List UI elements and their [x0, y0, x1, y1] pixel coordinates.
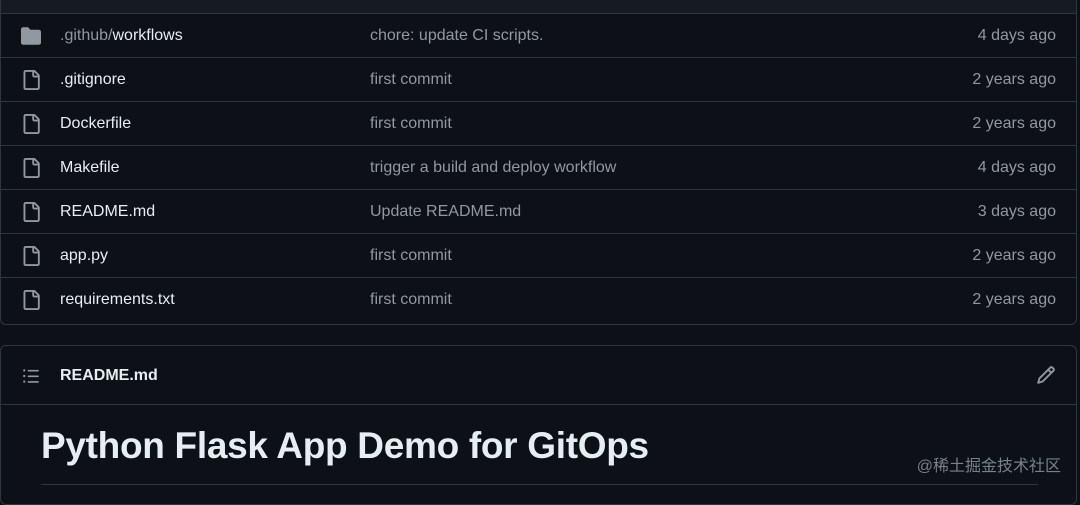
readme-header: README.md	[1, 346, 1076, 405]
table-row[interactable]: Makefile trigger a build and deploy work…	[1, 146, 1076, 190]
table-row[interactable]: Dockerfile first commit 2 years ago	[1, 102, 1076, 146]
file-path-prefix: .github/	[60, 27, 113, 44]
file-icon	[23, 158, 40, 178]
commit-time: 2 years ago	[972, 71, 1056, 88]
file-table: .github/workflows chore: update CI scrip…	[0, 0, 1077, 325]
table-row[interactable]: .gitignore first commit 2 years ago	[1, 58, 1076, 102]
file-name-link[interactable]: app.py	[60, 234, 108, 278]
file-icon	[23, 202, 40, 222]
table-row[interactable]: README.md Update README.md 3 days ago	[1, 190, 1076, 234]
folder-icon	[21, 27, 41, 45]
commit-message-link[interactable]: chore: update CI scripts.	[370, 14, 543, 58]
file-name-link[interactable]: README.md	[60, 190, 155, 234]
commit-time: 2 years ago	[972, 291, 1056, 308]
file-name-link[interactable]: requirements.txt	[60, 278, 175, 322]
file-icon	[23, 290, 40, 310]
commit-time: 4 days ago	[977, 27, 1056, 44]
commit-message-link[interactable]: first commit	[370, 234, 452, 278]
commit-message-link[interactable]: first commit	[370, 278, 452, 322]
file-name-link[interactable]: Makefile	[60, 146, 120, 190]
watermark: @稀土掘金技术社区	[916, 458, 1061, 475]
file-icon	[23, 246, 40, 266]
file-icon	[23, 114, 40, 134]
commit-time: 3 days ago	[977, 203, 1056, 220]
table-row[interactable]: requirements.txt first commit 2 years ag…	[1, 278, 1076, 322]
file-name-link[interactable]: .github/workflows	[60, 14, 183, 58]
commit-time: 4 days ago	[977, 159, 1056, 176]
table-header-strip	[1, 0, 1076, 14]
readme-title: README.md	[60, 367, 158, 384]
commit-message-link[interactable]: trigger a build and deploy workflow	[370, 146, 616, 190]
file-icon	[23, 70, 40, 90]
file-name-text: workflows	[112, 27, 183, 44]
file-name-link[interactable]: Dockerfile	[60, 102, 131, 146]
list-unordered-icon[interactable]	[22, 367, 40, 385]
commit-message-link[interactable]: first commit	[370, 102, 452, 146]
table-row[interactable]: app.py first commit 2 years ago	[1, 234, 1076, 278]
heading-divider	[41, 484, 1038, 485]
pencil-icon[interactable]	[1036, 365, 1056, 385]
commit-message-link[interactable]: first commit	[370, 58, 452, 102]
commit-message-link[interactable]: Update README.md	[370, 190, 521, 234]
readme-heading: Python Flask App Demo for GitOps	[41, 425, 649, 466]
commit-time: 2 years ago	[972, 115, 1056, 132]
file-name-link[interactable]: .gitignore	[60, 58, 126, 102]
readme-panel: README.md Python Flask App Demo for GitO…	[0, 345, 1077, 505]
table-row[interactable]: .github/workflows chore: update CI scrip…	[1, 14, 1076, 58]
commit-time: 2 years ago	[972, 247, 1056, 264]
